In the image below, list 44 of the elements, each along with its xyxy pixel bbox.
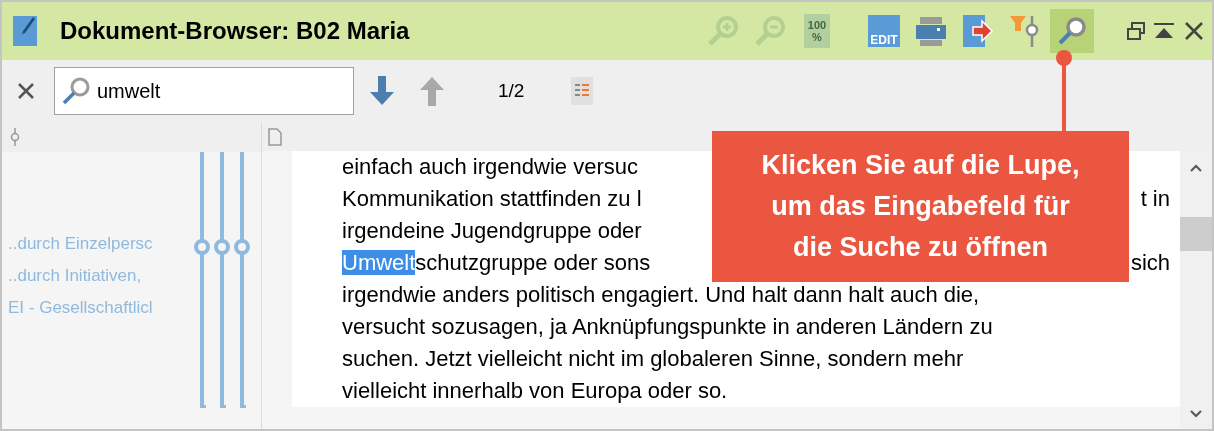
scroll-up-icon <box>1189 163 1203 173</box>
text-line: einfach auch irgendwie versuc <box>342 153 638 181</box>
zoom-out-icon <box>753 14 787 48</box>
code-icon <box>10 128 20 146</box>
close-icon <box>17 82 35 100</box>
filter-icon <box>1009 14 1041 48</box>
text-line: irgendeine Jugendgruppe oder <box>342 217 642 245</box>
text-line: versucht sozusagen, ja Anknüpfungspunkte in anderen Ländern zu <box>342 313 993 341</box>
toolbar-button[interactable] <box>1050 9 1094 53</box>
document-icon <box>268 127 282 146</box>
code-label[interactable]: EI - Gesellschaftlicl <box>8 291 182 324</box>
result-counter: 1/2 <box>498 78 525 103</box>
text-line: sich <box>1130 249 1170 277</box>
text-line: irgendwie anders politisch engagiert. Und halt dann halt auch die, <box>342 281 980 309</box>
document-icon <box>12 15 38 47</box>
zoom-in-icon <box>706 14 740 48</box>
restore-button[interactable] <box>1124 19 1148 43</box>
text-line: Umweltschutzgruppe oder sons <box>342 249 651 277</box>
scrollbar[interactable] <box>1180 151 1212 429</box>
scroll-thumb[interactable] <box>1180 217 1212 251</box>
code-label[interactable]: ..durch Initiativen, <box>8 259 182 292</box>
list-icon <box>571 77 594 105</box>
printer-icon <box>915 15 947 47</box>
arrow-up-icon <box>419 76 445 106</box>
zoom-100-icon: 100 % <box>804 14 830 48</box>
restore-icon <box>1126 21 1146 41</box>
text-line: vielleicht innerhalb von Europa oder so. <box>342 377 728 405</box>
close-icon <box>1185 22 1203 40</box>
search-icon <box>1056 15 1088 47</box>
window-title: Dokument-Browser: B02 Maria <box>60 16 410 46</box>
edit-icon: EDIT <box>868 15 900 47</box>
callout-text: Klicken Sie auf die Lupe, um das Eingabefeld für die Suche zu öffnen <box>761 149 1080 264</box>
text-line: Kommunikation stattfinden zu l <box>342 185 642 213</box>
code-label[interactable]: ..durch Einzelpersc <box>8 227 182 260</box>
search-icon <box>61 76 91 106</box>
text-line: t in <box>1140 185 1170 213</box>
text-line: suchen. Jetzt vielleicht nicht im globaleren Sinne, sondern mehr <box>342 345 964 373</box>
scroll-down-icon <box>1189 409 1203 419</box>
arrow-down-icon <box>369 76 395 106</box>
collapse-icon <box>1153 22 1175 40</box>
search-input[interactable]: umwelt <box>97 76 347 106</box>
search-box[interactable]: umwelt <box>54 67 354 115</box>
export-icon <box>962 14 994 48</box>
toolbar-button[interactable]: EDIT <box>862 9 906 53</box>
